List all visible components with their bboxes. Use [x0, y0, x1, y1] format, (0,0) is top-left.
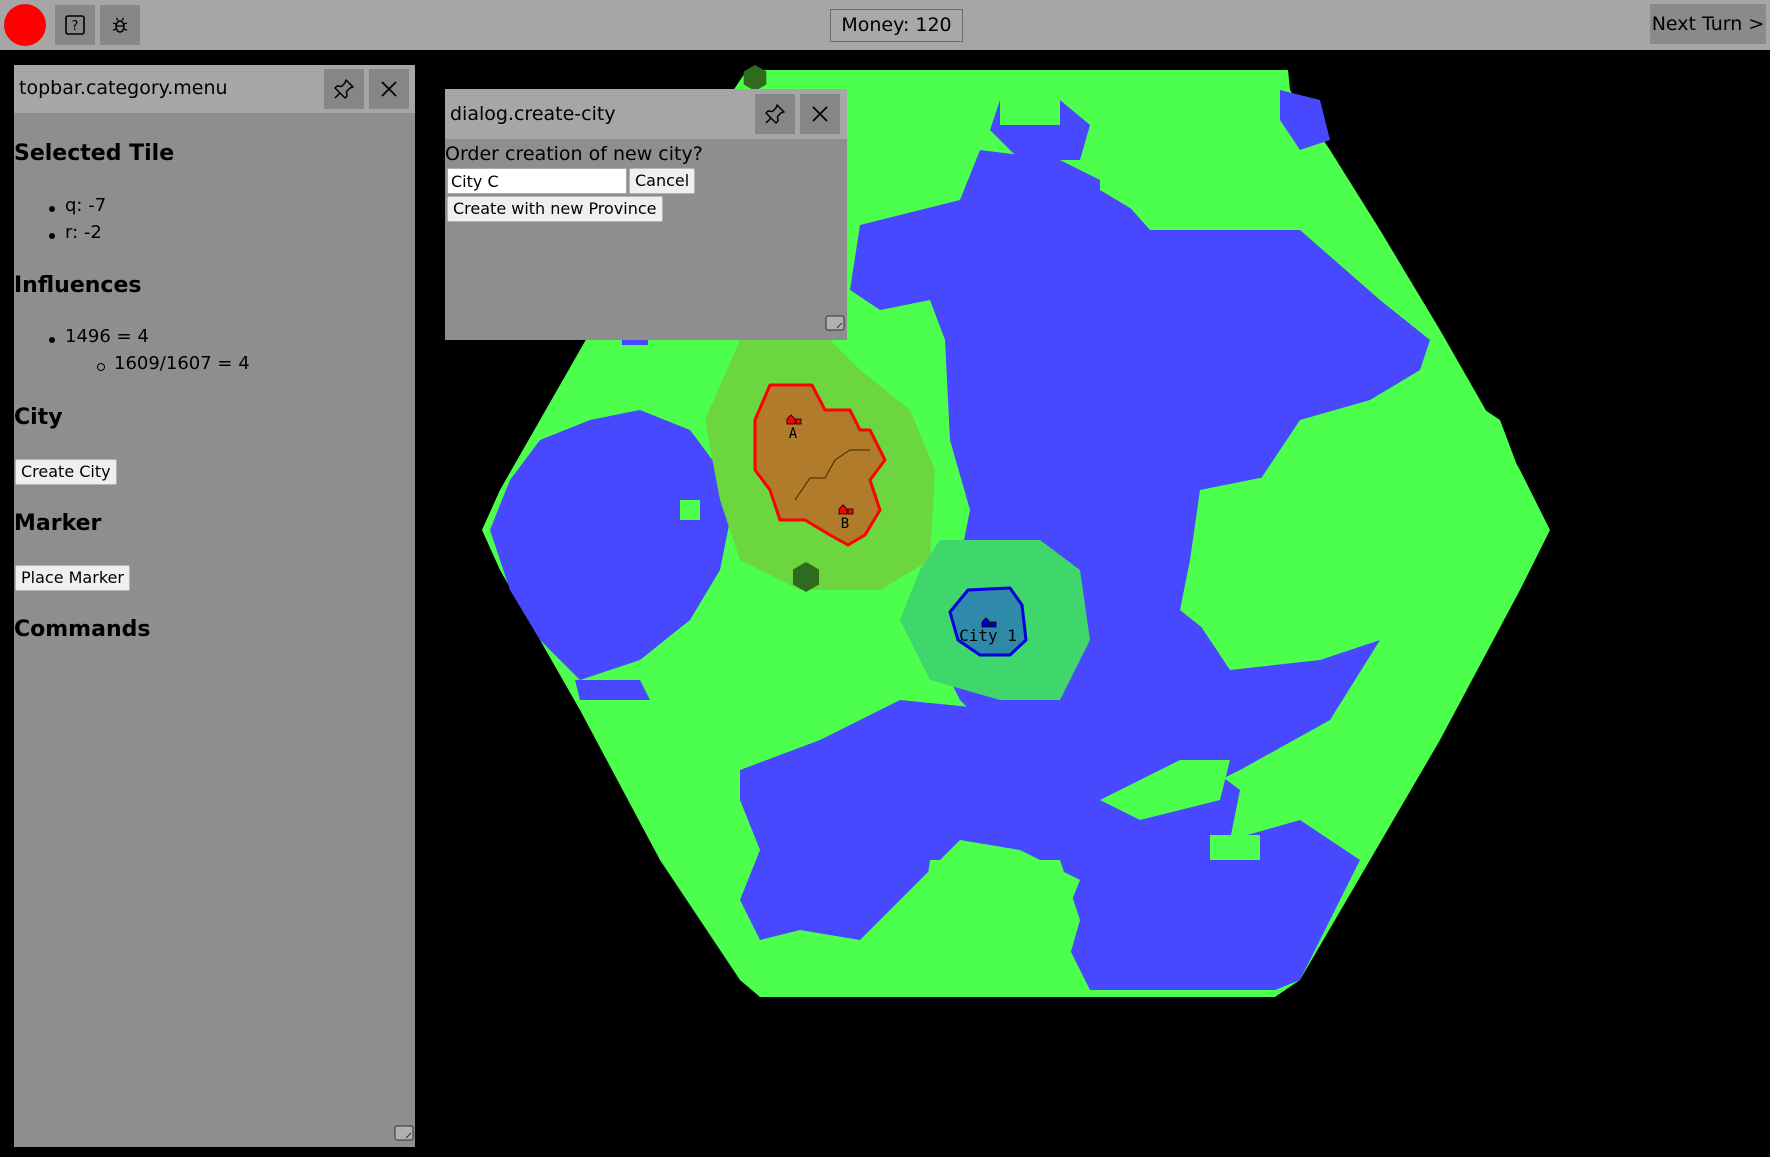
status-indicator[interactable]: [4, 4, 46, 46]
cancel-button[interactable]: Cancel: [629, 168, 696, 194]
dialog-header[interactable]: dialog.create-city: [445, 89, 847, 139]
house-icon: [847, 508, 854, 515]
sub-bullet: [97, 363, 105, 371]
create-city-dialog: dialog.create-city Order creation of new…: [445, 89, 847, 340]
svg-text:?: ?: [72, 19, 79, 34]
pin-button[interactable]: [755, 94, 795, 134]
city-label: City 1: [959, 626, 1017, 645]
resize-grip-icon[interactable]: [825, 315, 845, 331]
pin-icon: [334, 79, 354, 99]
land-island: [1210, 835, 1260, 860]
panel-title: topbar.category.menu: [19, 77, 228, 99]
city-label: A: [789, 426, 798, 442]
top-bar: ? Money: 120 Next Turn >: [0, 0, 1770, 50]
close-icon: [381, 81, 397, 97]
house-icon: [795, 418, 802, 425]
pin-icon: [765, 104, 785, 124]
close-button[interactable]: [800, 94, 840, 134]
land-island: [1000, 100, 1060, 125]
influence-item: 1496 = 4: [65, 326, 149, 347]
selected-tile-heading: Selected Tile: [14, 141, 175, 166]
panel-header[interactable]: topbar.category.menu: [14, 65, 415, 113]
question-box-icon: ?: [65, 15, 85, 35]
land-island: [920, 860, 1080, 990]
bug-icon: [112, 17, 128, 33]
bullet: [49, 337, 55, 343]
dialog-prompt: Order creation of new city?: [445, 143, 703, 165]
create-city-button[interactable]: Create City: [15, 459, 117, 485]
land-island: [680, 500, 700, 520]
influence-subitem: 1609/1607 = 4: [114, 353, 250, 374]
close-icon: [812, 106, 828, 122]
resize-grip-icon[interactable]: [394, 1125, 414, 1141]
bullet: [49, 233, 55, 239]
city-heading: City: [14, 405, 63, 430]
dialog-title: dialog.create-city: [450, 103, 616, 125]
marker-heading: Marker: [14, 511, 102, 536]
help-button[interactable]: ?: [55, 5, 95, 45]
influences-heading: Influences: [14, 273, 142, 298]
city-name-input[interactable]: [447, 168, 627, 194]
tile-r-value: r: -2: [65, 222, 102, 243]
water-region: [575, 680, 650, 700]
tile-info-panel: topbar.category.menu Selected Tile q: -7…: [14, 65, 415, 1147]
tile-q-value: q: -7: [65, 195, 107, 216]
close-button[interactable]: [369, 69, 409, 109]
pin-button[interactable]: [324, 69, 364, 109]
commands-heading: Commands: [14, 617, 151, 642]
create-with-province-button[interactable]: Create with new Province: [447, 196, 663, 222]
city-label: B: [841, 516, 849, 532]
next-turn-button[interactable]: Next Turn >: [1650, 4, 1766, 44]
bullet: [49, 206, 55, 212]
money-display: Money: 120: [830, 9, 963, 42]
debug-button[interactable]: [100, 5, 140, 45]
place-marker-button[interactable]: Place Marker: [15, 565, 130, 591]
